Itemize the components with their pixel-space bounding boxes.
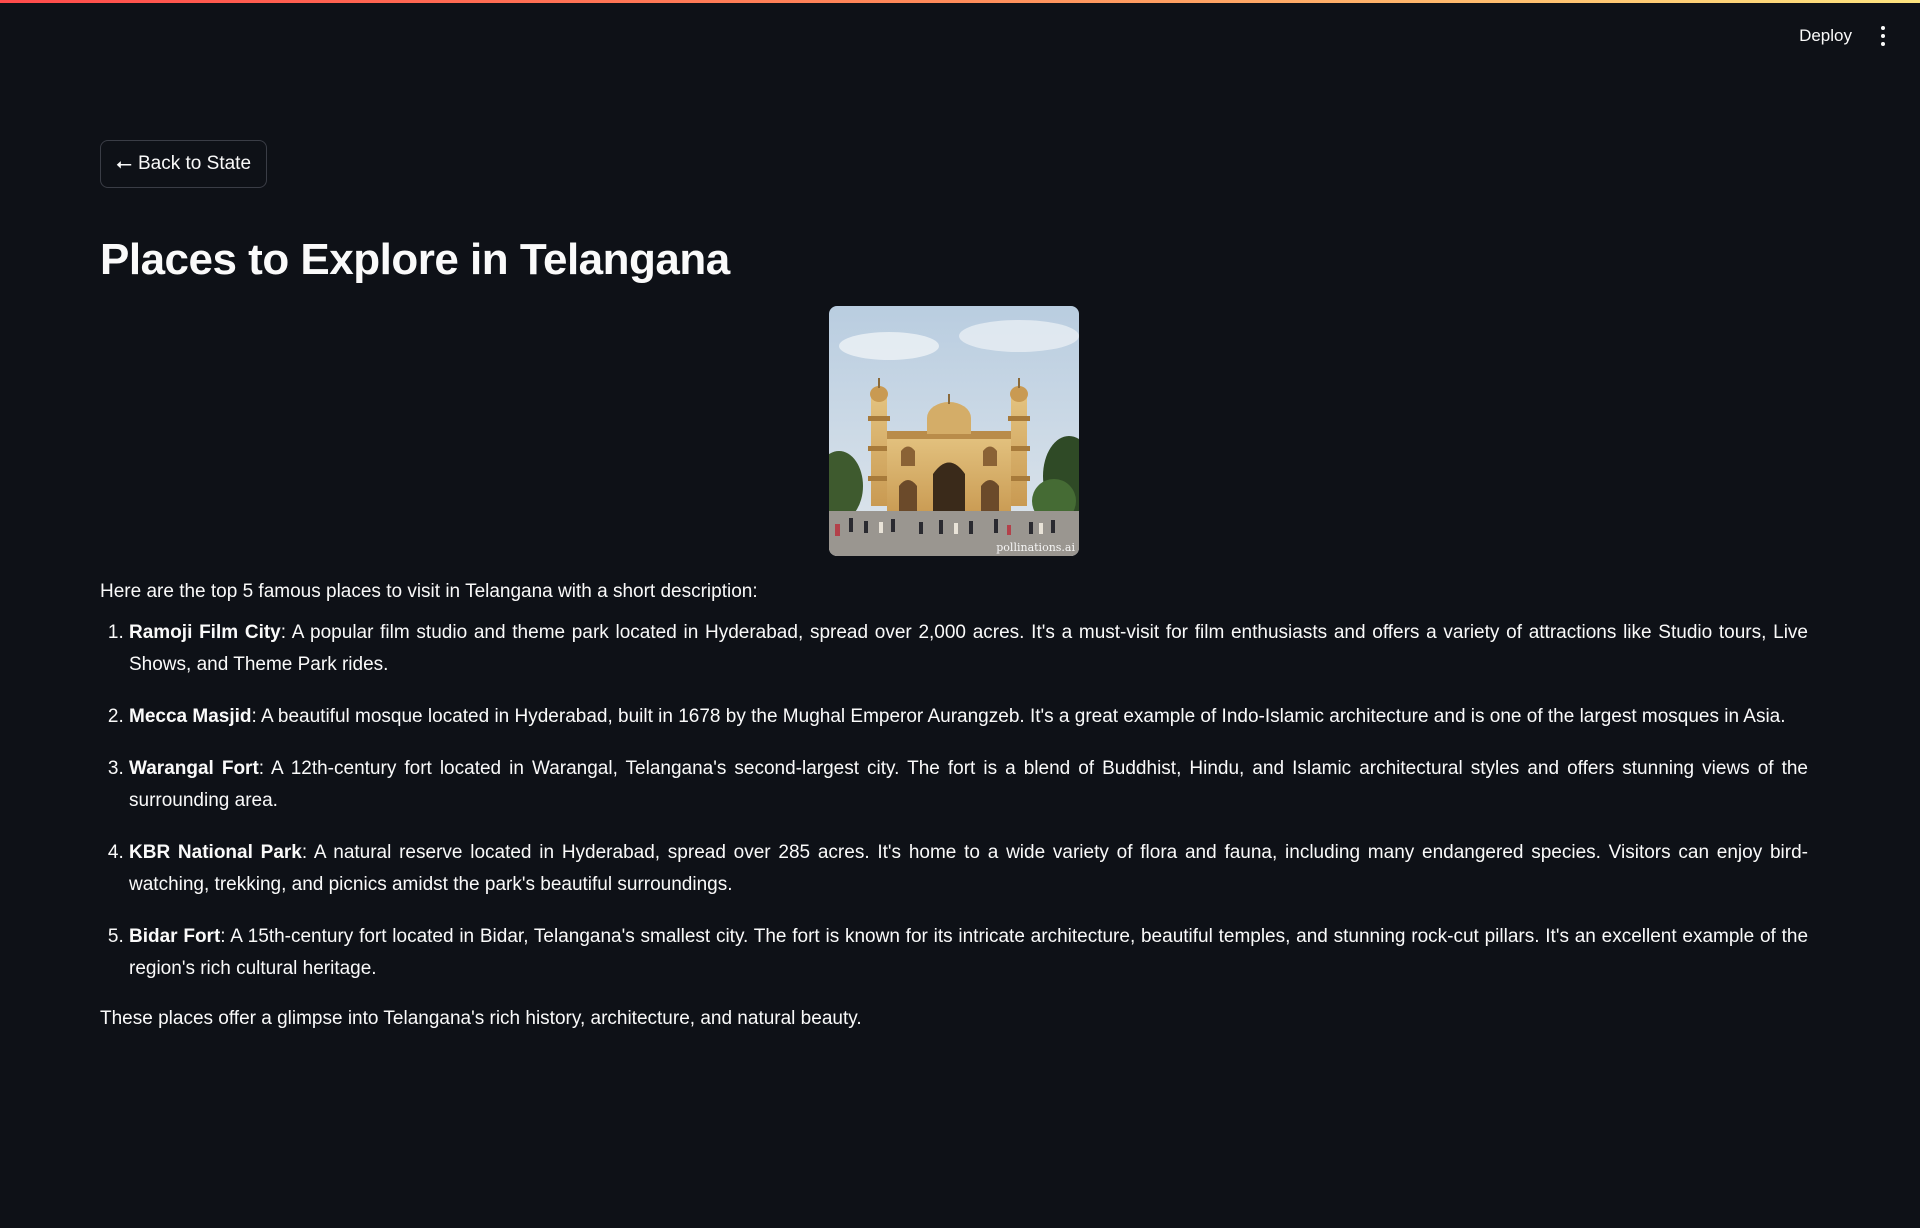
place-description: : A natural reserve located in Hyderabad… bbox=[129, 841, 1808, 895]
image-watermark: pollinations.ai bbox=[996, 541, 1075, 555]
place-description: : A beautiful mosque located in Hyderaba… bbox=[251, 705, 1786, 727]
list-item: Ramoji Film City: A popular film studio … bbox=[129, 617, 1808, 681]
image-container: pollinations.ai bbox=[0, 306, 1908, 557]
list-item: Warangal Fort: A 12th-century fort locat… bbox=[129, 753, 1808, 817]
places-list: Ramoji Film City: A popular film studio … bbox=[100, 617, 1808, 985]
deploy-button[interactable]: Deploy bbox=[1793, 22, 1858, 50]
place-name: Warangal Fort bbox=[129, 757, 259, 779]
place-name: Ramoji Film City bbox=[129, 621, 281, 643]
place-description: : A 12th-century fort located in Waranga… bbox=[129, 757, 1808, 811]
intro-text: Here are the top 5 famous places to visi… bbox=[100, 581, 758, 603]
mecca-masjid-image: pollinations.ai bbox=[829, 306, 1079, 557]
list-item: KBR National Park: A natural reserve loc… bbox=[129, 837, 1808, 901]
app-toolbar: Deploy bbox=[1793, 22, 1890, 50]
place-name: KBR National Park bbox=[129, 841, 302, 863]
back-button-label: Back to State bbox=[138, 153, 252, 174]
page-title: Places to Explore in Telangana bbox=[100, 235, 730, 284]
place-name: Bidar Fort bbox=[129, 925, 221, 947]
outro-text: These places offer a glimpse into Telang… bbox=[100, 1007, 862, 1029]
top-decoration-bar bbox=[0, 0, 1920, 3]
place-description: : A 15th-century fort located in Bidar, … bbox=[129, 925, 1809, 979]
arrow-left-icon: ⭠ bbox=[116, 152, 132, 175]
place-name: Mecca Masjid bbox=[129, 705, 252, 727]
list-item: Bidar Fort: A 15th-century fort located … bbox=[129, 921, 1808, 985]
place-description: : A popular film studio and theme park l… bbox=[129, 621, 1808, 675]
kebab-menu-icon[interactable] bbox=[1876, 22, 1890, 50]
back-to-state-button[interactable]: ⭠ Back to State bbox=[100, 140, 268, 188]
list-item: Mecca Masjid: A beautiful mosque located… bbox=[129, 701, 1808, 733]
main-content: ⭠ Back to State Places to Explore in Tel… bbox=[100, 140, 1808, 1033]
